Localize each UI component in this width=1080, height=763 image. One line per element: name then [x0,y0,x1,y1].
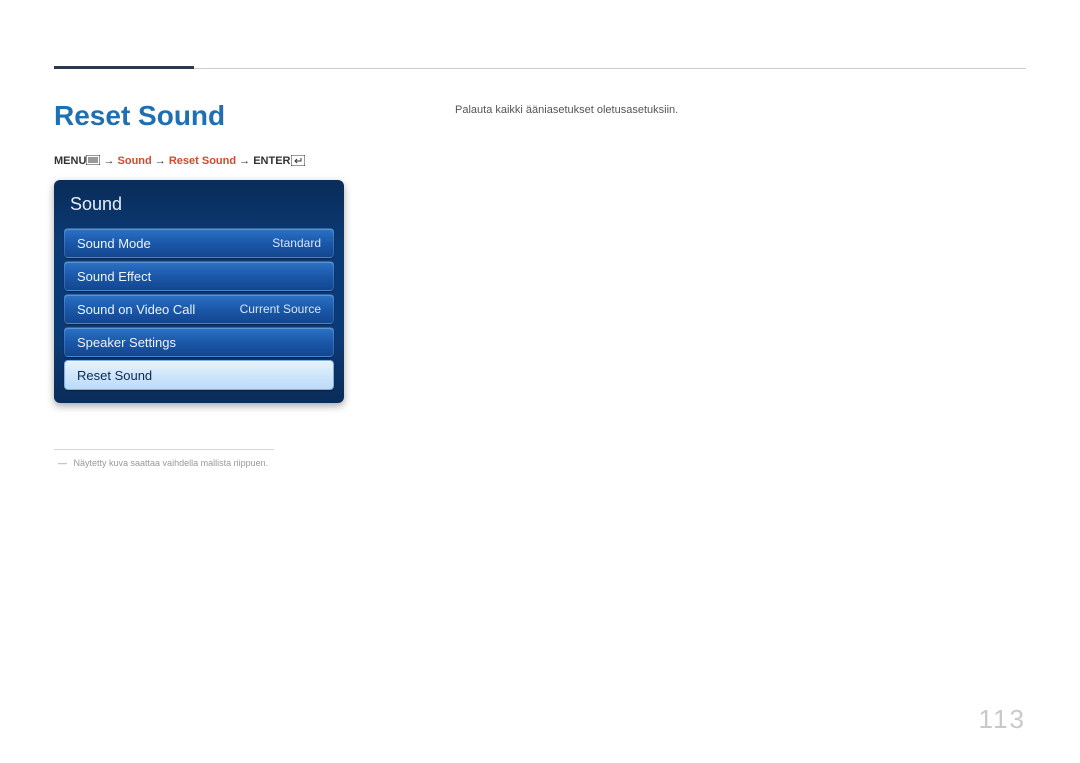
osd-item-speaker-settings[interactable]: Speaker Settings [64,327,334,357]
breadcrumb-sound: Sound [118,155,152,167]
osd-panel: Sound Sound Mode Standard Sound Effect S… [54,180,344,403]
top-rule [54,68,1026,69]
footnote-dash: ― [58,458,67,468]
osd-item-label: Sound on Video Call [77,302,195,317]
page-number: 113 [979,704,1026,735]
osd-item-reset-sound[interactable]: Reset Sound [64,360,334,390]
osd-item-sound-mode[interactable]: Sound Mode Standard [64,228,334,258]
osd-item-label: Speaker Settings [77,335,176,350]
osd-item-sound-on-video-call[interactable]: Sound on Video Call Current Source [64,294,334,324]
osd-item-label: Sound Effect [77,269,151,284]
osd-item-label: Reset Sound [77,368,152,383]
breadcrumb: MENU → Sound → Reset Sound → ENTER [54,155,305,167]
breadcrumb-enter-label: ENTER [253,155,290,167]
osd-item-value: Current Source [240,302,321,316]
osd-title: Sound [60,188,338,225]
footnote: ― Näytetty kuva saattaa vaihdella mallis… [58,458,268,468]
osd-item-value: Standard [272,236,321,250]
breadcrumb-menu-label: MENU [54,155,86,167]
footnote-rule [54,449,274,450]
osd-item-sound-effect[interactable]: Sound Effect [64,261,334,291]
description-text: Palauta kaikki ääniasetukset oletusasetu… [455,104,678,116]
footnote-text: Näytetty kuva saattaa vaihdella mallista… [74,458,269,468]
breadcrumb-arrow-2: → [155,155,169,167]
menu-icon [86,155,100,167]
top-rule-accent [54,66,194,69]
breadcrumb-arrow-1: → [103,155,117,167]
enter-icon [291,155,305,167]
page-heading: Reset Sound [54,100,225,132]
manual-page: Reset Sound Palauta kaikki ääniasetukset… [0,0,1080,763]
osd-item-label: Sound Mode [77,236,151,251]
breadcrumb-arrow-3: → [239,155,253,167]
breadcrumb-reset-sound: Reset Sound [169,155,236,167]
